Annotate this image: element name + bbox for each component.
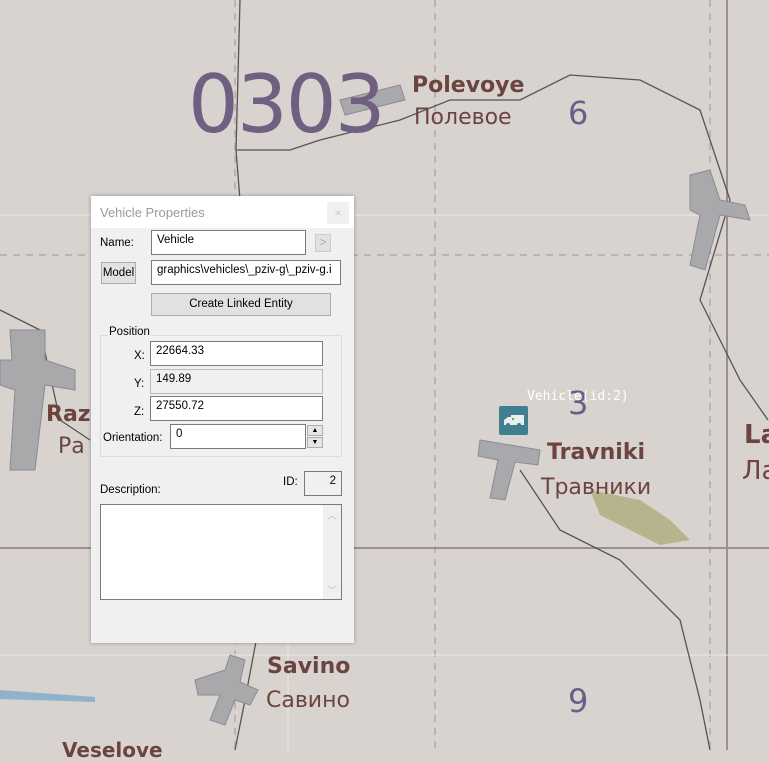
id-label: ID:: [283, 476, 298, 488]
y-label: Y:: [134, 378, 145, 390]
vehicle-label: Vehicle(id:2): [527, 389, 629, 404]
y-input: 149.89: [150, 369, 323, 394]
name-input[interactable]: Vehicle: [151, 230, 306, 255]
position-label: Position: [108, 326, 151, 338]
description-label: Description:: [100, 484, 161, 496]
z-label: Z:: [134, 406, 145, 418]
create-linked-entity-button[interactable]: Create Linked Entity: [151, 293, 331, 316]
model-input[interactable]: graphics\vehicles\_pziv-g\_pziv-g.i: [151, 260, 341, 285]
vehicle-properties-dialog: Vehicle Properties × Name: Vehicle > Mod…: [91, 196, 354, 643]
map-grid-label: 0303: [188, 58, 386, 151]
dialog-titlebar[interactable]: Vehicle Properties ×: [91, 196, 354, 228]
orientation-label: Orientation:: [103, 432, 163, 444]
orientation-spin-down[interactable]: ▼: [307, 437, 323, 448]
x-input[interactable]: 22664.33: [150, 341, 323, 366]
map-place-savino: Savino: [267, 654, 351, 679]
map-place-polevoye-cyr: Полевое: [414, 105, 512, 130]
id-field: 2: [304, 471, 342, 496]
model-button[interactable]: Model: [101, 262, 136, 284]
close-button[interactable]: ×: [327, 202, 349, 224]
name-label: Name:: [100, 237, 134, 249]
map-place-travniki: Travniki: [547, 440, 646, 465]
map-place-veselove: Veselove: [62, 738, 163, 762]
description-textarea[interactable]: [100, 504, 342, 600]
map-place-travniki-cyr: Травники: [541, 475, 652, 500]
map-place-raz-cyr: Ра: [58, 434, 85, 459]
map-place-raz: Raz: [46, 402, 91, 427]
map-place-la: La: [744, 420, 769, 450]
scroll-up-icon[interactable]: ︿: [323, 507, 341, 522]
map-sector-6: 6: [568, 94, 589, 132]
map-sector-9: 9: [568, 682, 589, 720]
map-place-savino-cyr: Савино: [266, 688, 350, 713]
x-label: X:: [134, 350, 145, 362]
dialog-title: Vehicle Properties: [100, 205, 205, 220]
scroll-down-icon[interactable]: ﹀: [323, 582, 341, 597]
vehicle-marker[interactable]: [499, 406, 528, 435]
arrow-button[interactable]: >: [315, 234, 331, 252]
map-place-la-cyr: Ла: [742, 456, 769, 486]
truck-icon: [503, 414, 524, 427]
orientation-input[interactable]: 0: [170, 424, 306, 449]
orientation-spin-up[interactable]: ▲: [307, 425, 323, 436]
map-place-polevoye: Polevoye: [412, 73, 525, 98]
z-input[interactable]: 27550.72: [150, 396, 323, 421]
description-scrollbar[interactable]: ︿ ﹀: [323, 505, 341, 599]
